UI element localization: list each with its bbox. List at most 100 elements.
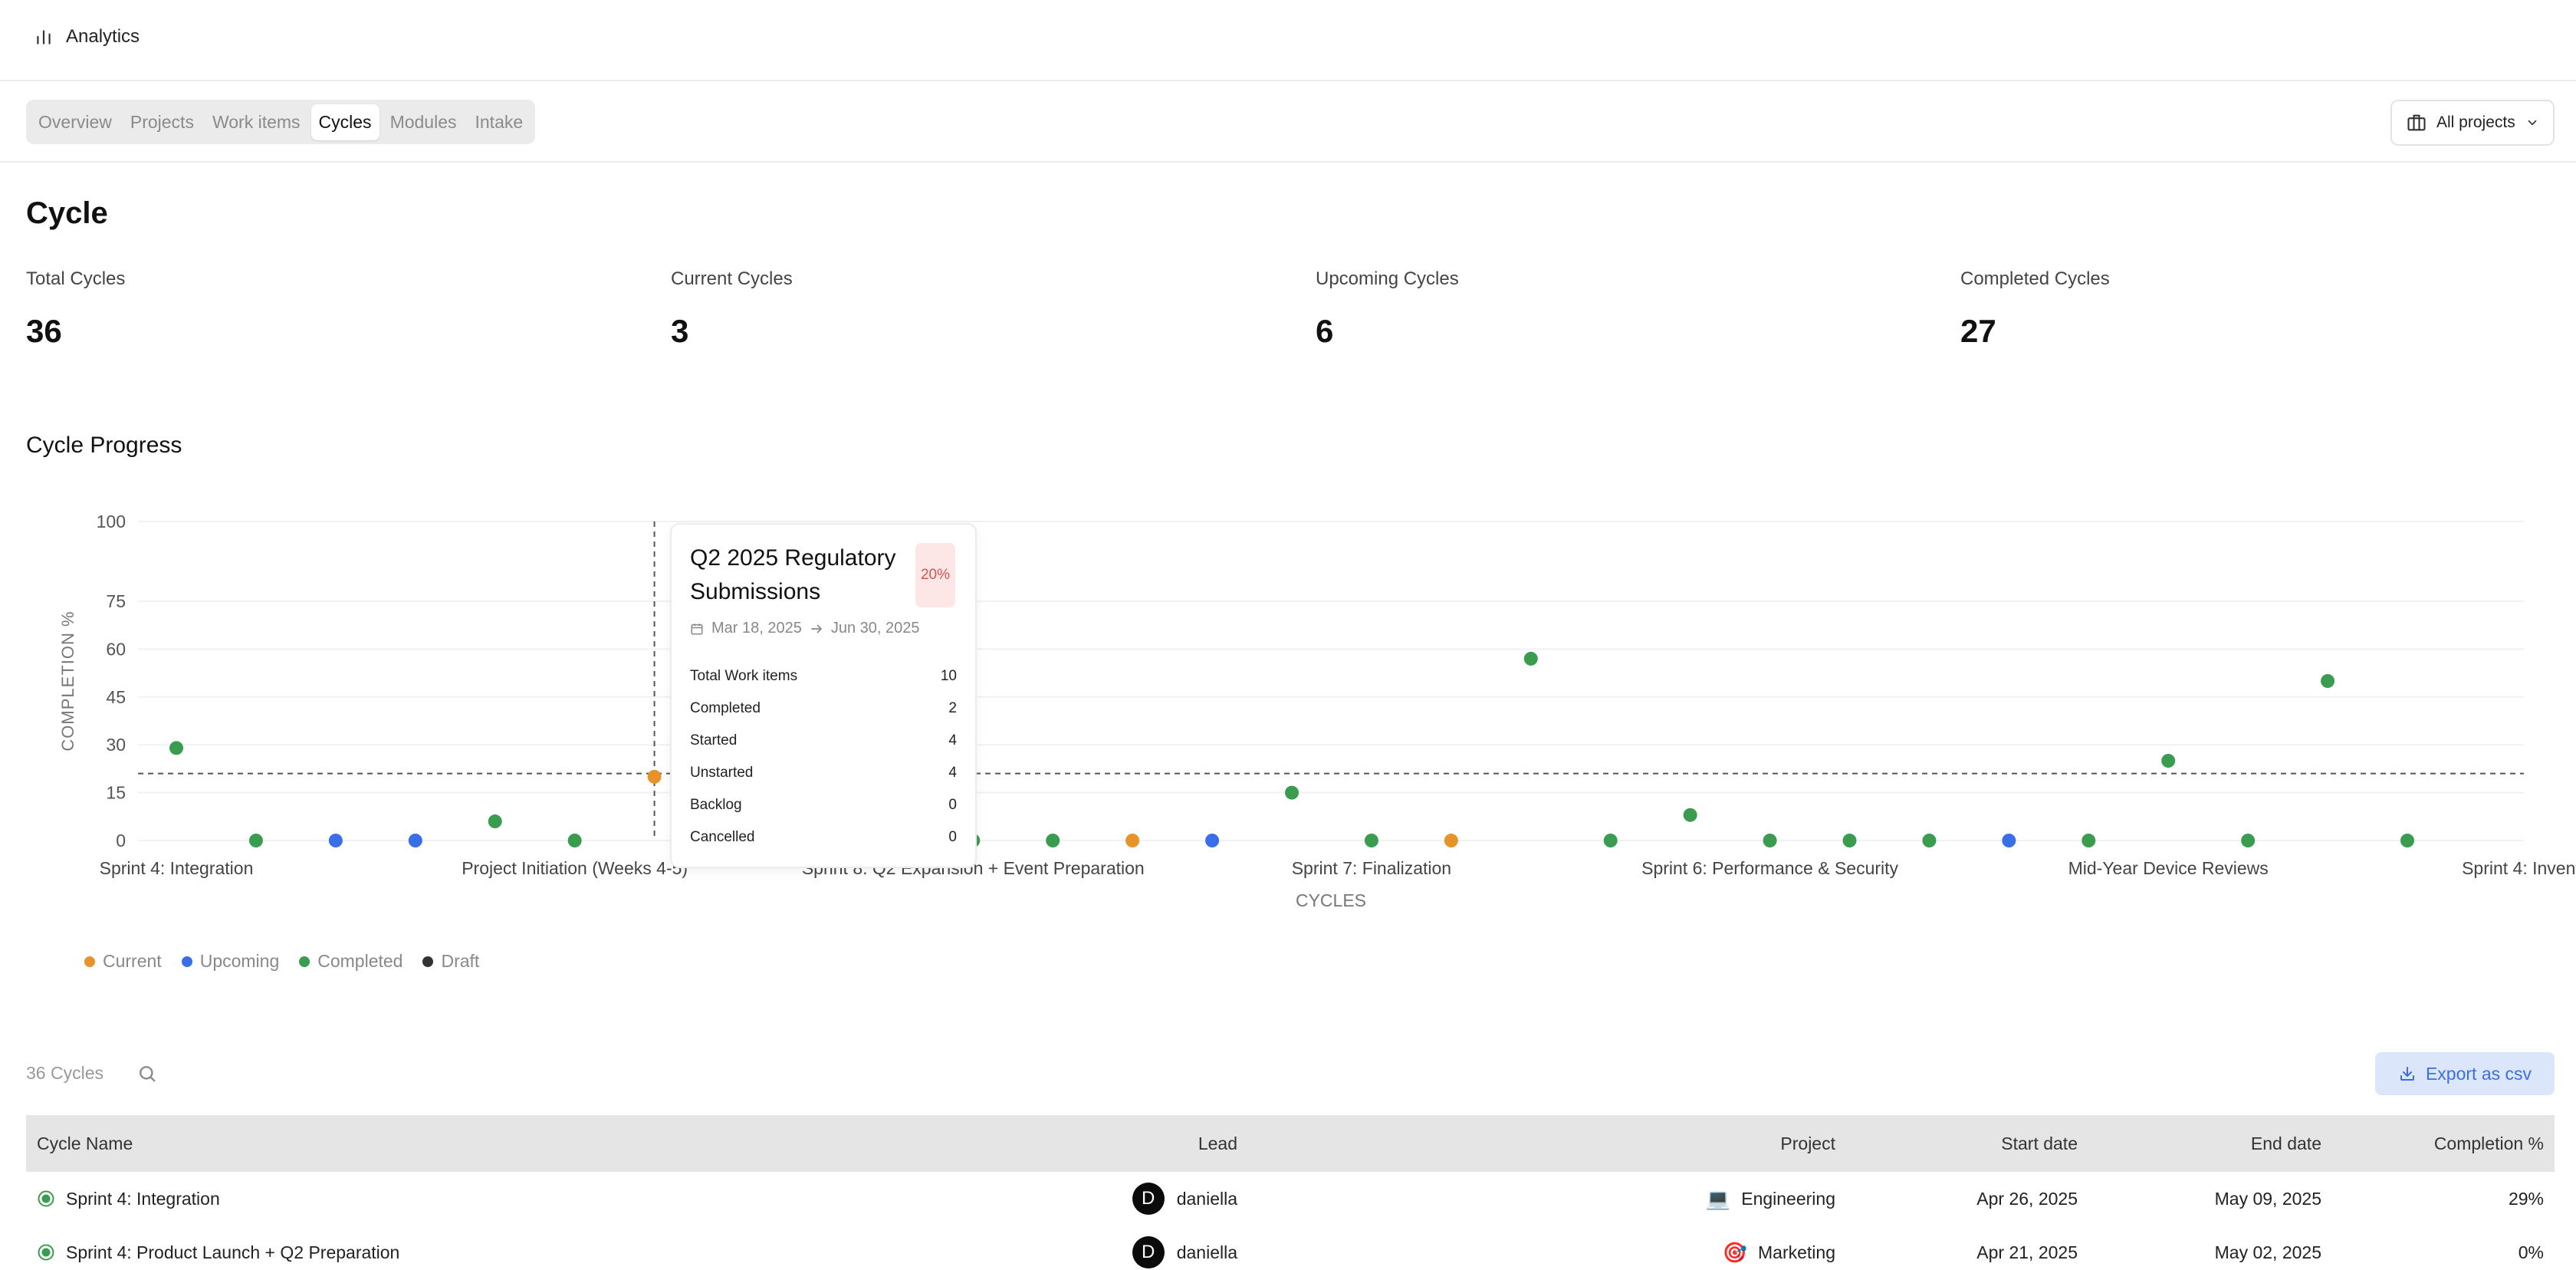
stat-label: Completed Cycles (1960, 268, 2110, 289)
data-point-completed (2082, 834, 2096, 847)
data-point-completed (1683, 808, 1697, 822)
column-header-project[interactable]: Project (1237, 1133, 1835, 1154)
tab-overview[interactable]: Overview (31, 104, 120, 140)
cycle-progress-chart: 01530456075100COMPLETION %CYCLESSprint 4… (58, 512, 2576, 910)
legend-item-current[interactable]: Current (84, 951, 162, 972)
bar-chart-icon (37, 30, 51, 44)
tab-row: Overview Projects Work items Cycles Modu… (0, 81, 2576, 163)
cycle-progress-title: Cycle Progress (26, 433, 182, 458)
column-header-name[interactable]: Cycle Name (26, 1133, 931, 1154)
export-csv-button[interactable]: Export as csv (2375, 1052, 2555, 1095)
legend-dot (84, 956, 95, 967)
data-point-completed (169, 741, 183, 755)
avatar: D (1132, 1236, 1165, 1268)
data-point-completed (2400, 834, 2414, 847)
table-row[interactable]: Sprint 4: Integration D daniella 💻 Engin… (26, 1172, 2555, 1226)
tab-work-items[interactable]: Work items (205, 104, 308, 140)
project-selector[interactable]: All projects (2390, 100, 2555, 146)
tooltip-row: Cancelled 0 (690, 821, 957, 854)
data-point-current (1125, 834, 1140, 847)
cell-start-date: Apr 26, 2025 (1976, 1188, 2078, 1209)
cell-project: 💻 Engineering (1237, 1187, 1835, 1211)
cell-completion: 0% (2518, 1242, 2544, 1262)
data-point-upcoming (328, 834, 343, 847)
x-tick-label: Mid-Year Device Reviews (2068, 858, 2269, 878)
data-point-completed (1046, 834, 1060, 847)
tab-cycles[interactable]: Cycles (310, 104, 380, 140)
tooltip-row-label: Backlog (690, 797, 742, 813)
data-point-upcoming (408, 834, 422, 847)
cell-cycle-name: Sprint 4: Integration (26, 1189, 931, 1209)
legend-item-draft[interactable]: Draft (422, 951, 479, 972)
data-point-completed (1922, 834, 1937, 847)
data-point-upcoming (1205, 834, 1220, 847)
laptop-icon: 💻 (1705, 1186, 1731, 1210)
data-point-completed (1364, 834, 1378, 847)
tab-modules[interactable]: Modules (383, 104, 465, 140)
tooltip-row: Unstarted 4 (690, 757, 957, 789)
search-icon[interactable] (136, 1063, 158, 1084)
table-header: Cycle Name Lead Project Start date End d… (26, 1115, 2555, 1172)
stat-value: 3 (671, 313, 689, 349)
legend-label: Current (103, 951, 162, 971)
cycle-name: Sprint 4: Product Launch + Q2 Preparatio… (66, 1242, 400, 1262)
cycle-name: Sprint 4: Integration (66, 1188, 220, 1209)
column-header-start-date[interactable]: Start date (1835, 1133, 2078, 1154)
y-tick-label: 60 (106, 639, 126, 659)
tooltip-start-date: Mar 18, 2025 (711, 620, 802, 637)
chevron-down-icon (2528, 120, 2537, 126)
cell-lead: D daniella (931, 1236, 1237, 1268)
stat-label: Current Cycles (671, 268, 793, 289)
data-point-current (647, 769, 662, 784)
legend-label: Draft (441, 951, 480, 971)
avatar: D (1132, 1183, 1165, 1215)
tooltip-row-value: 0 (948, 797, 957, 813)
legend-item-completed[interactable]: Completed (299, 951, 402, 972)
tooltip-end-date: Jun 30, 2025 (830, 620, 920, 637)
export-csv-label: Export as csv (2425, 1063, 2532, 1084)
column-header-end-date[interactable]: End date (2078, 1133, 2321, 1154)
data-point-completed (567, 834, 582, 847)
tooltip-completion-badge: 20% (915, 543, 955, 607)
column-header-completion[interactable]: Completion % (2321, 1133, 2555, 1154)
cell-start-date: Apr 21, 2025 (1976, 1242, 2078, 1262)
x-axis-label: CYCLES (1296, 890, 1366, 910)
x-tick-label: Project Initiation (Weeks 4-5) (462, 858, 688, 878)
stat-label: Total Cycles (26, 268, 126, 289)
y-tick-label: 75 (106, 591, 126, 611)
stat-completed-cycles: Completed Cycles 27 (1960, 268, 2497, 350)
tooltip-row: Started 4 (690, 725, 957, 757)
legend-item-upcoming[interactable]: Upcoming (181, 951, 280, 972)
tooltip-dates: Mar 18, 2025 Jun 30, 2025 (690, 620, 957, 637)
chart-legend: Current Upcoming Completed Draft (84, 951, 479, 972)
y-axis-label: COMPLETION % (58, 610, 77, 751)
tab-projects[interactable]: Projects (123, 104, 202, 140)
briefcase-icon (2407, 114, 2426, 131)
cycles-count: 36 Cycles (26, 1063, 104, 1083)
tooltip-row-value: 10 (940, 668, 957, 684)
tab-intake[interactable]: Intake (468, 104, 531, 140)
stat-value: 27 (1960, 313, 1996, 349)
tooltip-row-value: 4 (948, 765, 957, 781)
app-title: Analytics (66, 26, 140, 47)
y-tick-label: 15 (106, 783, 126, 803)
data-point-completed (248, 834, 263, 847)
legend-label: Upcoming (199, 951, 280, 971)
tooltip-row-label: Total Work items (690, 668, 798, 684)
legend-dot (422, 956, 434, 967)
column-header-lead[interactable]: Lead (931, 1133, 1237, 1154)
tooltip-row-value: 2 (948, 700, 957, 716)
legend-dot (299, 956, 310, 967)
cell-end-date: May 02, 2025 (2214, 1242, 2321, 1262)
tooltip-row-label: Cancelled (690, 829, 755, 845)
data-point-completed (488, 814, 502, 829)
legend-label: Completed (317, 951, 403, 971)
project-selector-label: All projects (2436, 114, 2515, 131)
tooltip-title: Q2 2025 Regulatory Submissions (690, 545, 896, 604)
chart-tooltip: Q2 2025 Regulatory Submissions 20% Mar 1… (670, 523, 977, 868)
data-point-completed (1603, 834, 1618, 847)
tooltip-row: Total Work items 10 (690, 660, 957, 693)
table-row[interactable]: Sprint 4: Product Launch + Q2 Preparatio… (26, 1226, 2555, 1270)
data-point-completed (1842, 834, 1857, 847)
data-point-current (1444, 834, 1458, 847)
